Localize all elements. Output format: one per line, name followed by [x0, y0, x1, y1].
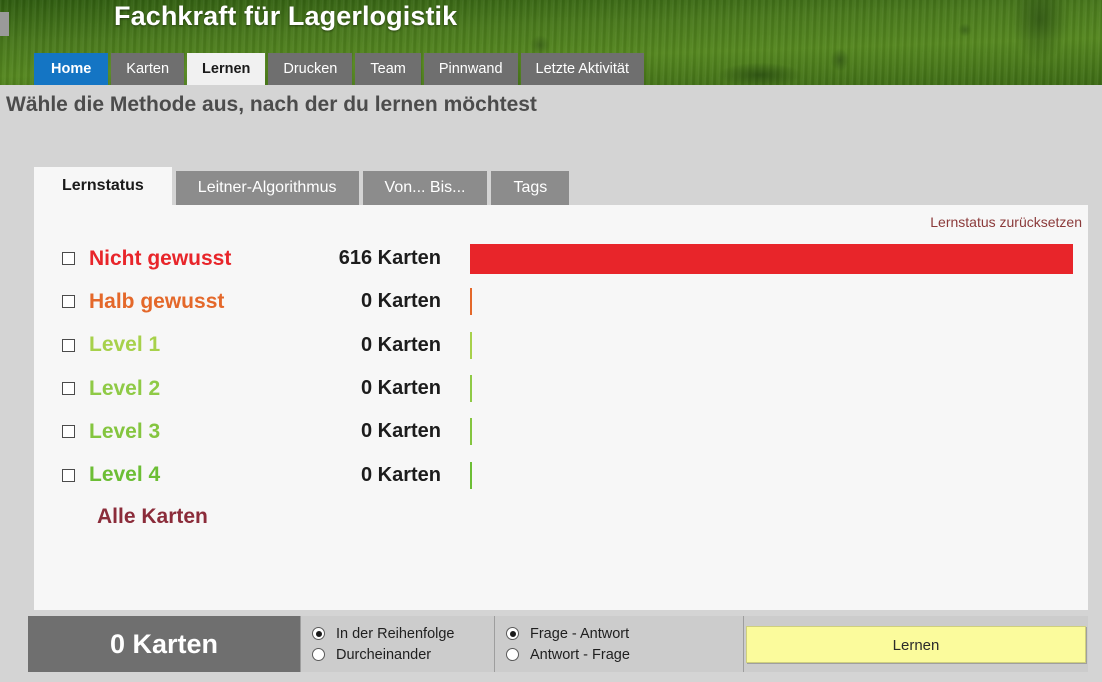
- reset-lernstatus-link[interactable]: Lernstatus zurücksetzen: [930, 214, 1082, 230]
- direction-option[interactable]: Antwort - Frage: [506, 644, 743, 665]
- order-radio[interactable]: [312, 648, 325, 661]
- status-row: Level 3 0 Karten: [34, 410, 1088, 453]
- method-tabs: Lernstatus Leitner-Algorithmus Von... Bis.…: [34, 167, 1088, 205]
- page-title: Fachkraft für Lagerlogistik: [114, 1, 458, 31]
- row-bar-track: [470, 287, 1088, 317]
- row-label[interactable]: Level 2: [89, 377, 276, 401]
- row-label[interactable]: Nicht gewusst: [89, 247, 276, 271]
- learn-footer: 0 Karten In der Reihenfolge Durcheinander…: [28, 616, 1088, 672]
- order-option[interactable]: Durcheinander: [312, 644, 494, 665]
- row-label[interactable]: Halb gewusst: [89, 290, 276, 314]
- nav-item-pinnwand[interactable]: Pinnwand: [423, 53, 518, 85]
- row-label[interactable]: Level 1: [89, 333, 276, 357]
- subtitle-bar: Wähle die Methode aus, nach der du lerne…: [0, 85, 1102, 132]
- row-label[interactable]: Level 3: [89, 420, 276, 444]
- nav-item-letzte-aktivit-t[interactable]: Letzte Aktivität: [520, 53, 645, 85]
- order-label: In der Reihenfolge: [336, 625, 455, 642]
- row-checkbox[interactable]: [62, 382, 75, 396]
- status-row: Nicht gewusst 616 Karten: [34, 237, 1088, 280]
- learn-button[interactable]: Lernen: [746, 625, 1086, 663]
- direction-radio-group: Frage - Antwort Antwort - Frage: [494, 616, 744, 672]
- row-checkbox[interactable]: [62, 338, 75, 352]
- tab-tags[interactable]: Tags: [491, 171, 570, 205]
- order-option[interactable]: In der Reihenfolge: [312, 623, 494, 644]
- row-bar-track: [470, 460, 1088, 490]
- main-navigation: Home Karten Lernen Drucken Team Pinnwand Letzt…: [34, 53, 647, 85]
- nav-item-home[interactable]: Home: [34, 53, 109, 85]
- row-bar-fill: [470, 243, 1073, 274]
- subtitle-text: Wähle die Methode aus, nach der du lerne…: [6, 93, 537, 116]
- tab-lernstatus[interactable]: Lernstatus: [34, 167, 172, 205]
- row-card-count: 0 Karten: [360, 463, 441, 486]
- row-bar-track: [470, 374, 1088, 404]
- row-checkbox[interactable]: [62, 295, 75, 309]
- row-bar-fill: [470, 375, 472, 403]
- row-card-count: 0 Karten: [360, 290, 441, 313]
- nav-item-drucken[interactable]: Drucken: [268, 53, 353, 85]
- nav-item-lernen[interactable]: Lernen: [187, 53, 266, 85]
- row-bar-track: [470, 417, 1088, 447]
- nav-item-karten[interactable]: Karten: [111, 53, 185, 85]
- row-checkbox[interactable]: [62, 425, 75, 439]
- direction-radio[interactable]: [506, 627, 519, 640]
- row-bar-fill: [470, 461, 472, 489]
- row-checkbox[interactable]: [62, 468, 75, 482]
- nav-item-team[interactable]: Team: [355, 53, 421, 85]
- direction-option[interactable]: Frage - Antwort: [506, 623, 743, 644]
- site-header: Fachkraft für Lagerlogistik Home Karten Le…: [0, 0, 1102, 85]
- row-card-count: 0 Karten: [360, 420, 441, 443]
- status-row-list: Nicht gewusst 616 Karten Halb gewusst 0 Kar…: [34, 237, 1088, 497]
- learn-button-area: Lernen: [744, 616, 1088, 672]
- row-bar-fill: [470, 288, 472, 316]
- tab-leitner-algorithmus[interactable]: Leitner-Algorithmus: [175, 171, 359, 205]
- row-bar-track: [470, 330, 1088, 360]
- order-radio[interactable]: [312, 627, 325, 640]
- status-row: Level 1 0 Karten: [34, 324, 1088, 367]
- selected-card-count: 0 Karten: [28, 616, 300, 672]
- row-card-count: 0 Karten: [360, 377, 441, 400]
- direction-label: Frage - Antwort: [530, 625, 630, 642]
- row-label[interactable]: Level 4: [89, 463, 276, 487]
- all-cards-link[interactable]: Alle Karten: [97, 505, 208, 529]
- row-card-count: 616 Karten: [338, 247, 441, 270]
- status-row: Halb gewusst 0 Karten: [34, 280, 1088, 323]
- lernstatus-panel: Lernstatus zurücksetzen Nicht gewusst 616…: [34, 205, 1088, 610]
- row-checkbox[interactable]: [62, 252, 75, 266]
- status-row: Level 4 0 Karten: [34, 453, 1088, 496]
- direction-radio[interactable]: [506, 648, 519, 661]
- row-bar-fill: [470, 331, 472, 359]
- row-bar-fill: [470, 418, 472, 446]
- row-bar-track: [470, 243, 1088, 274]
- tab-von-bis[interactable]: Von... Bis...: [362, 171, 488, 205]
- order-radio-group: In der Reihenfolge Durcheinander: [300, 616, 494, 672]
- order-label: Durcheinander: [336, 646, 432, 663]
- row-card-count: 0 Karten: [360, 333, 441, 356]
- direction-label: Antwort - Frage: [530, 646, 630, 663]
- header-left-stub: [0, 12, 9, 36]
- status-row: Level 2 0 Karten: [34, 367, 1088, 410]
